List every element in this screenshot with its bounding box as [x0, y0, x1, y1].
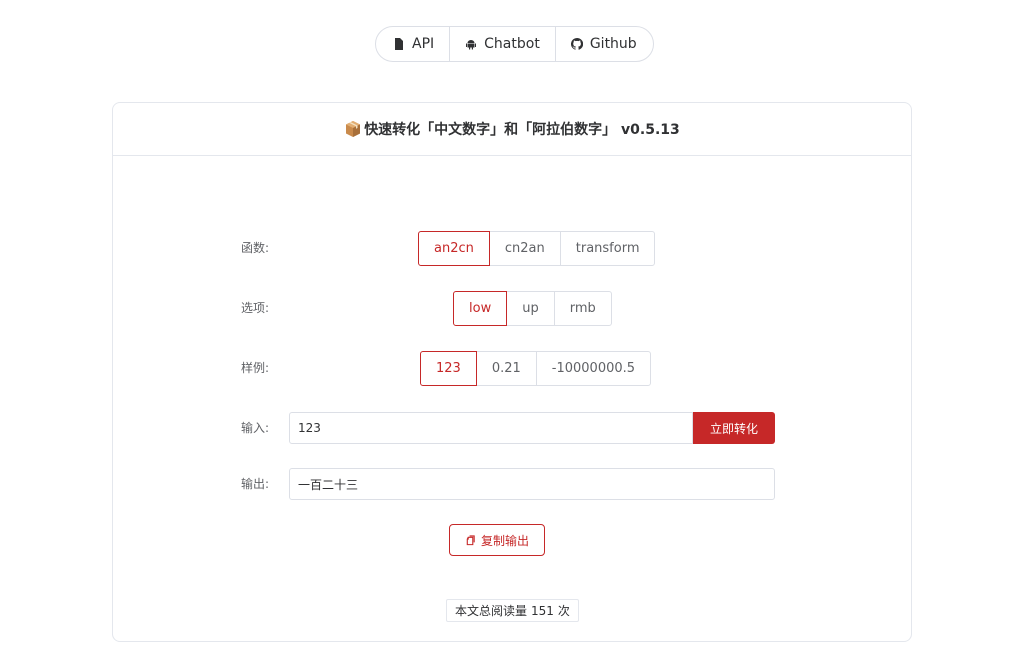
function-transform-button[interactable]: transform: [559, 231, 656, 266]
nav-chatbot-link[interactable]: Chatbot: [449, 27, 555, 61]
output-group: [289, 468, 775, 500]
output-field[interactable]: [289, 468, 775, 500]
copy-output-label: 复制输出: [480, 533, 529, 548]
example-row: 样例:: [241, 359, 289, 376]
android-icon: [466, 39, 477, 50]
copy-output-button[interactable]: 复制输出: [449, 524, 545, 556]
example-123-button[interactable]: 123: [420, 351, 477, 386]
copy-icon: [466, 534, 475, 545]
function-label: 函数:: [241, 241, 270, 255]
function-cn2an-button[interactable]: cn2an: [488, 231, 561, 266]
file-icon: [395, 38, 403, 50]
nav-api-label: API: [412, 36, 435, 52]
function-group: an2cn cn2an transform: [418, 231, 656, 266]
option-low-button[interactable]: low: [453, 291, 508, 326]
nav-github-label: Github: [589, 36, 637, 52]
main-card: 快速转化「中文数字」和「阿拉伯数字」 v0.5.13 函数: an2cn cn2…: [112, 102, 912, 642]
package-icon: [346, 121, 361, 137]
input-group: 立即转化: [289, 412, 775, 444]
input-label: 输入:: [241, 421, 270, 435]
view-counter-prefix: 本文总阅读量: [455, 604, 528, 618]
view-counter: 本文总阅读量 151 次: [446, 599, 579, 622]
function-row: 函数:: [241, 239, 289, 256]
nav-github-link[interactable]: Github: [554, 27, 653, 61]
option-label: 选项:: [241, 301, 270, 315]
output-label: 输出:: [241, 477, 270, 491]
option-rmb-button[interactable]: rmb: [553, 291, 612, 326]
number-input[interactable]: [289, 412, 693, 444]
example-negative-button[interactable]: -10000000.5: [535, 351, 652, 386]
input-row: 输入:: [241, 419, 289, 436]
card-title: 快速转化「中文数字」和「阿拉伯数字」 v0.5.13: [364, 122, 680, 138]
nav-chatbot-label: Chatbot: [484, 36, 540, 52]
nav-api-link[interactable]: API: [376, 27, 449, 61]
example-0-21-button[interactable]: 0.21: [475, 351, 537, 386]
page: API Chatbot Github 快速转化「中文数字」和「阿拉伯数字」 v0…: [0, 0, 1017, 672]
option-row: 选项:: [241, 299, 289, 316]
example-label: 样例:: [241, 361, 270, 375]
option-group: low up rmb: [453, 291, 612, 326]
output-row: 输出:: [241, 475, 289, 492]
option-up-button[interactable]: up: [506, 291, 555, 326]
function-an2cn-button[interactable]: an2cn: [418, 231, 490, 266]
example-group: 123 0.21 -10000000.5: [420, 351, 652, 386]
view-counter-value: 151: [531, 603, 554, 618]
card-header: 快速转化「中文数字」和「阿拉伯数字」 v0.5.13: [113, 103, 911, 156]
convert-button[interactable]: 立即转化: [693, 412, 775, 444]
view-counter-suffix: 次: [557, 604, 570, 618]
top-nav: API Chatbot Github: [375, 26, 654, 62]
github-icon: [570, 38, 583, 50]
